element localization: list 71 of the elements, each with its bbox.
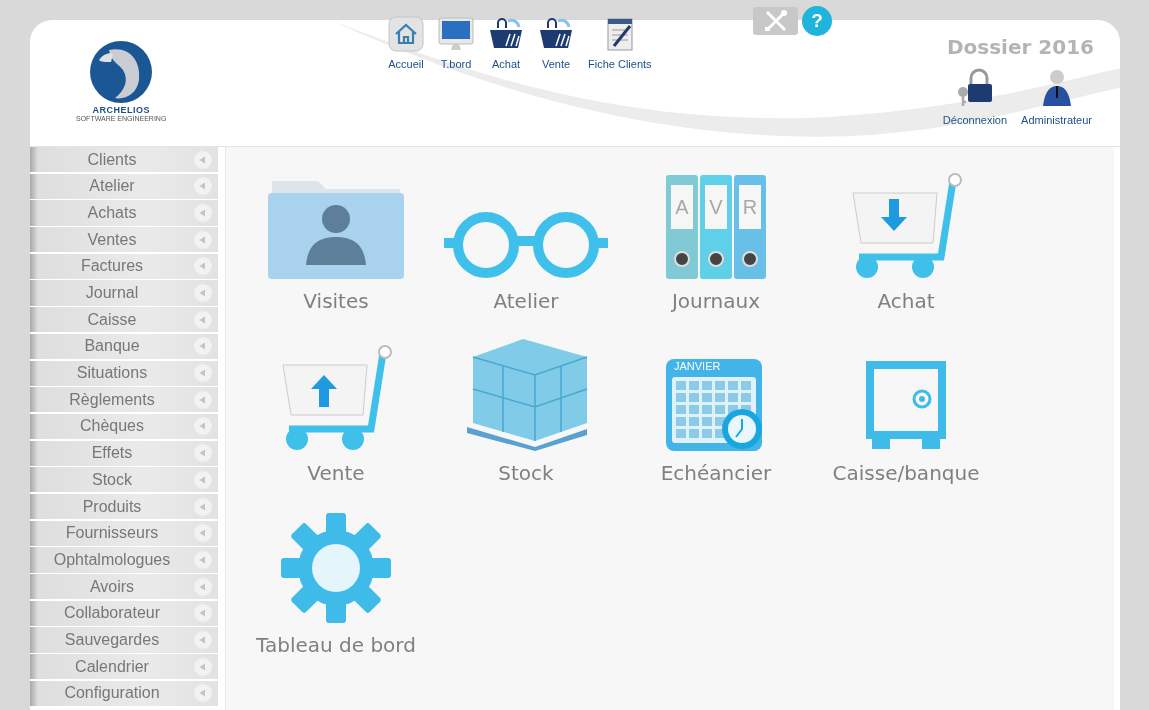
arrow-left-icon <box>194 497 212 516</box>
arrow-left-icon <box>194 657 212 676</box>
arrow-left-icon <box>194 230 212 249</box>
sidebar-item[interactable]: Collaborateur <box>30 600 218 626</box>
arrow-left-icon <box>194 630 212 649</box>
module-tile[interactable]: Visites <box>241 169 431 341</box>
sidebar-item[interactable]: Factures <box>30 253 218 279</box>
arrow-left-icon <box>194 577 212 596</box>
sidebar-item[interactable]: Journal <box>30 280 218 306</box>
arrow-left-icon <box>194 417 212 436</box>
arrow-left-icon <box>194 203 212 222</box>
nav-button[interactable]: Achat <box>488 16 524 70</box>
module-tile[interactable]: Vente <box>241 341 431 513</box>
arrow-left-icon <box>194 604 212 623</box>
sidebar-item[interactable]: Produits <box>30 493 218 520</box>
arrow-left-icon <box>194 310 212 329</box>
logo-wordmark: ARCHELIOS <box>92 105 150 115</box>
shopping-cart-icon <box>279 345 393 451</box>
nav-button[interactable]: Vente <box>538 16 574 70</box>
sidebar-item[interactable]: Sauvegardes <box>30 627 218 653</box>
sidebar-item[interactable]: Caisse <box>30 307 218 333</box>
crossed-tools-icon <box>762 10 789 32</box>
arrow-left-icon <box>194 150 212 169</box>
sidebar-item[interactable]: Atelier <box>30 173 218 199</box>
nav-button[interactable]: T.bord <box>438 16 474 70</box>
module-tile[interactable]: JANVIER Echéancier <box>621 341 811 513</box>
sidebar-item[interactable]: Ventes <box>30 227 218 253</box>
arrow-left-icon <box>194 684 212 703</box>
monitor-icon <box>438 16 474 52</box>
module-tile[interactable]: A V R Journaux <box>621 169 811 341</box>
arrow-left-icon <box>194 337 212 356</box>
sidebar-item[interactable]: Fournisseurs <box>30 520 218 546</box>
sidebar-item[interactable]: Situations <box>30 360 218 386</box>
module-tile[interactable]: Achat <box>811 169 1001 341</box>
sidebar-item[interactable]: Règlements <box>30 387 218 413</box>
sidebar-item[interactable]: Chèques <box>30 413 218 440</box>
arrow-left-icon <box>194 257 212 276</box>
arrow-left-icon <box>194 390 212 409</box>
binders-drawing: A V R <box>666 175 766 279</box>
nav-button[interactable]: Fiche Clients <box>588 16 652 70</box>
arrow-left-icon <box>194 550 212 569</box>
user-action-button[interactable]: Administrateur <box>1021 68 1092 126</box>
module-tile[interactable]: Tableau de bord <box>241 513 431 685</box>
user-action-button[interactable]: Déconnexion <box>942 68 1008 126</box>
arrow-left-icon <box>194 524 212 543</box>
module-tile[interactable]: Caisse/banque <box>811 341 1001 513</box>
arrow-left-icon <box>194 364 212 383</box>
dossier-title: Dossier 2016 <box>946 35 1094 59</box>
sidebar-item[interactable]: Stock <box>30 467 218 493</box>
arrow-left-icon <box>194 284 212 303</box>
sidebar-item[interactable]: Calendrier <box>30 654 218 680</box>
sidebar-item[interactable]: Avoirs <box>30 574 218 600</box>
safe-icon <box>864 359 948 451</box>
module-tile[interactable]: Atelier <box>431 169 621 341</box>
logo-icon <box>89 40 154 104</box>
sidebar-item[interactable]: Effets <box>30 440 218 466</box>
arrow-left-icon <box>194 444 212 463</box>
house-icon <box>388 16 424 52</box>
sidebar-item[interactable]: Achats <box>30 200 218 226</box>
sidebar-item[interactable]: Configuration <box>30 680 218 706</box>
arrow-left-icon <box>194 177 212 196</box>
sidebar-item[interactable]: Clients <box>30 147 218 173</box>
module-tile[interactable]: Stock <box>431 341 621 513</box>
nav-button[interactable]: Accueil <box>388 16 424 70</box>
shopping-cart-icon <box>849 173 963 279</box>
help-button[interactable]: ? <box>802 6 832 36</box>
gear-icon <box>281 513 391 623</box>
sidebar-item[interactable]: Banque <box>30 333 218 359</box>
sidebar-item[interactable]: Ophtalmologues <box>30 547 218 573</box>
arrow-left-icon <box>194 470 212 489</box>
tools-button[interactable] <box>753 7 798 35</box>
